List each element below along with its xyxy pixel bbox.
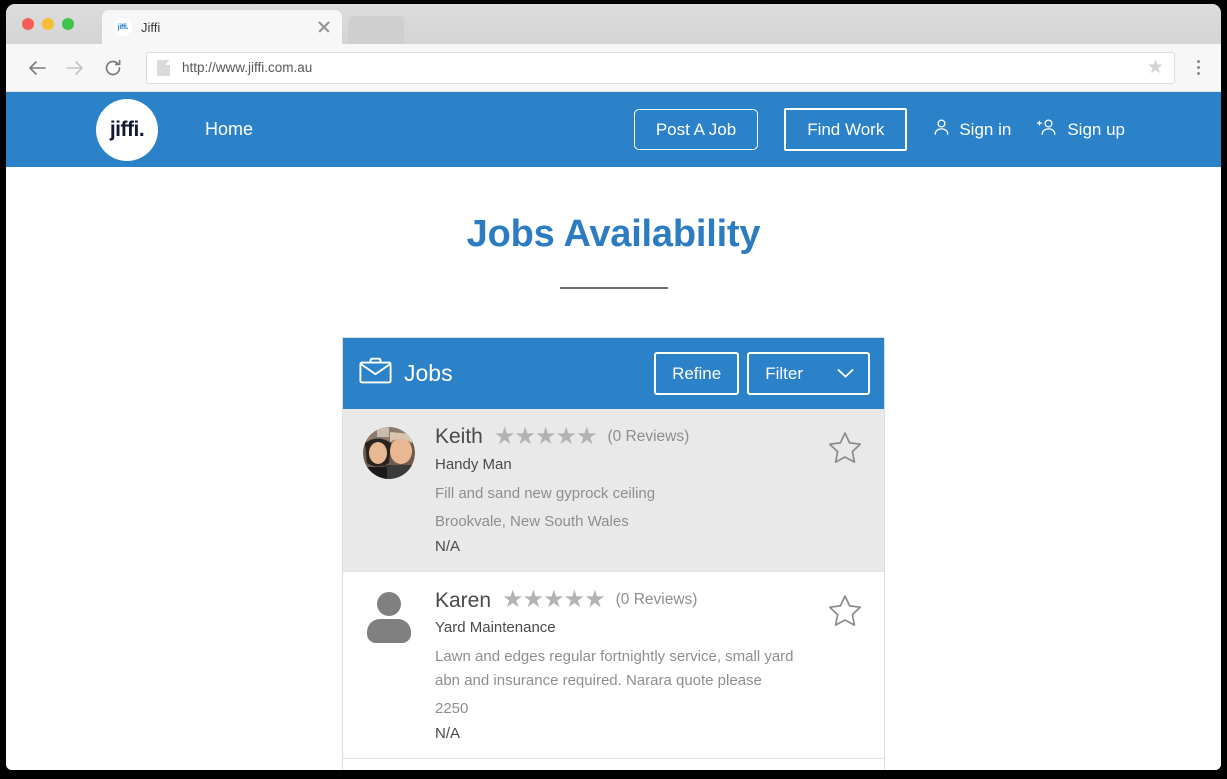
job-row[interactable]: Keith ★★★★★ (0 Reviews) Handy Man Fill a… xyxy=(343,409,884,573)
job-price: N/A xyxy=(435,538,461,556)
browser-window: jiffi. Jiffi http://www.jiffi.com.au ★ j… xyxy=(6,4,1221,770)
nav-actions: Post A Job Find Work Sign in Sign up xyxy=(633,108,1125,151)
filter-button-label: Filter xyxy=(765,364,803,383)
job-price: N/A xyxy=(435,724,461,742)
page-document-icon xyxy=(157,59,170,76)
page-body: Jobs Availability Jobs Refine Filter Kei… xyxy=(6,167,1221,770)
job-description: Fill and sand new gyprock ceiling xyxy=(435,485,656,502)
jobs-card-buttons: Refine Filter xyxy=(654,352,870,395)
job-info: Keith ★★★★★ (0 Reviews) Handy Man Fill a… xyxy=(435,425,820,556)
jobs-card-title-label: Jobs xyxy=(404,360,453,386)
page-title: Jobs Availability xyxy=(466,213,761,255)
nav-link-home[interactable]: Home xyxy=(205,119,253,140)
minimize-window-button[interactable] xyxy=(42,18,54,30)
reload-icon[interactable] xyxy=(96,51,130,85)
window-traffic-lights xyxy=(22,18,74,30)
close-window-button[interactable] xyxy=(22,18,34,30)
star-outline-icon[interactable] xyxy=(828,431,862,555)
filter-button[interactable]: Filter xyxy=(747,352,870,395)
address-bar[interactable]: http://www.jiffi.com.au ★ xyxy=(146,51,1175,84)
title-divider xyxy=(559,287,668,289)
address-url-text: http://www.jiffi.com.au xyxy=(182,60,313,75)
review-count: (0 Reviews) xyxy=(607,428,690,445)
jobs-card: Jobs Refine Filter Keith ★★★★★ (0 Review… xyxy=(342,337,885,770)
star-outline-icon[interactable] xyxy=(828,594,862,742)
bookmark-star-icon[interactable]: ★ xyxy=(1147,58,1166,77)
tab-title: Jiffi xyxy=(141,19,161,35)
jobs-card-header: Jobs Refine Filter xyxy=(343,338,884,409)
tab-close-icon[interactable] xyxy=(316,19,332,35)
avatar-placeholder-body xyxy=(367,619,411,644)
browser-tab-strip: jiffi. Jiffi xyxy=(6,4,1221,44)
job-name-line: Karen ★★★★★ (0 Reviews) xyxy=(435,588,820,612)
job-category: Yard Maintenance xyxy=(435,619,556,637)
refine-button[interactable]: Refine xyxy=(654,352,740,395)
jobs-card-title: Jobs xyxy=(359,357,453,390)
sign-in-label: Sign in xyxy=(959,119,1012,139)
new-tab-button[interactable] xyxy=(347,16,405,44)
maximize-window-button[interactable] xyxy=(62,18,74,30)
forward-arrow-icon[interactable] xyxy=(58,51,92,85)
job-description: Lawn and edges regular fortnightly servi… xyxy=(435,648,794,689)
avatar-placeholder-head xyxy=(377,592,401,617)
job-info: Karen ★★★★★ (0 Reviews) Yard Maintenance… xyxy=(435,588,820,742)
briefcase-envelope-icon xyxy=(359,357,392,390)
sign-up-label: Sign up xyxy=(1067,119,1125,139)
job-name: Keith xyxy=(435,425,483,449)
sign-in-link[interactable]: Sign in xyxy=(933,118,1011,141)
browser-tab[interactable]: jiffi. Jiffi xyxy=(102,10,342,44)
job-name: Karen xyxy=(435,588,492,612)
browser-toolbar: http://www.jiffi.com.au ★ xyxy=(6,44,1221,92)
post-a-job-button[interactable]: Post A Job xyxy=(633,109,759,150)
job-row[interactable]: terry ★★★★★ (0 Reviews) xyxy=(343,758,884,770)
job-name-line: Keith ★★★★★ (0 Reviews) xyxy=(435,425,820,449)
job-category: Handy Man xyxy=(435,456,512,473)
avatar xyxy=(363,427,415,479)
job-row[interactable]: Karen ★★★★★ (0 Reviews) Yard Maintenance… xyxy=(343,572,884,759)
job-location: Brookvale, New South Wales xyxy=(435,513,629,531)
site-logo[interactable]: jiffi. xyxy=(96,98,158,161)
job-location: 2250 xyxy=(435,699,469,717)
site-navigation-bar: jiffi. Home Post A Job Find Work Sign in xyxy=(6,92,1221,167)
tab-favicon-icon: jiffi. xyxy=(114,18,132,36)
person-icon xyxy=(933,118,950,141)
rating-stars: ★★★★★ xyxy=(493,423,598,450)
person-plus-icon xyxy=(1037,118,1058,141)
rating-stars: ★★★★★ xyxy=(502,586,606,614)
find-work-button[interactable]: Find Work xyxy=(784,108,908,151)
sign-up-link[interactable]: Sign up xyxy=(1037,118,1125,141)
review-count: (0 Reviews) xyxy=(615,591,698,609)
chevron-down-icon xyxy=(837,365,854,382)
overflow-menu-icon[interactable] xyxy=(1185,51,1211,85)
back-arrow-icon[interactable] xyxy=(20,51,54,85)
avatar xyxy=(363,590,415,644)
